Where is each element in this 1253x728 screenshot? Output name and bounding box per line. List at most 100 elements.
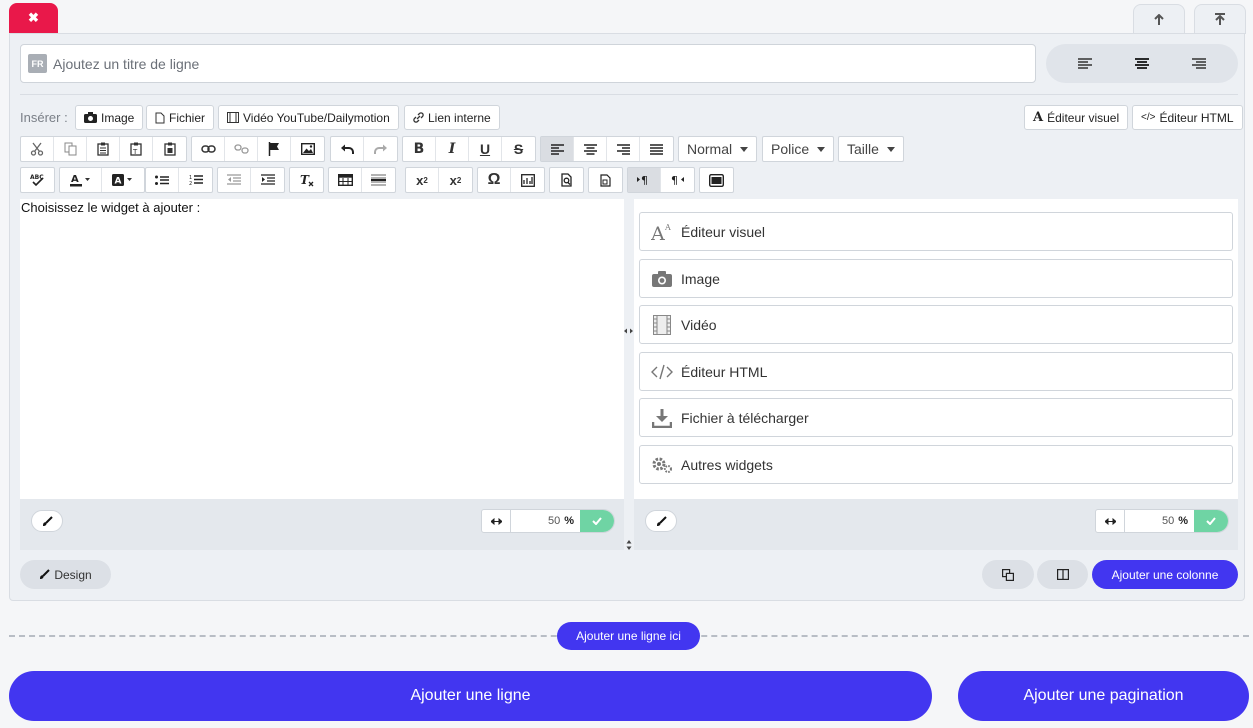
maximize-button[interactable] — [700, 168, 733, 192]
numbered-list-button[interactable]: 12 — [179, 168, 212, 192]
column-1-width-input[interactable]: 50% — [511, 510, 580, 532]
gears-icon — [651, 456, 673, 474]
widget-file-download[interactable]: Fichier à télécharger — [639, 398, 1233, 437]
row-design-button[interactable]: Design — [20, 560, 111, 589]
file-icon — [155, 112, 165, 123]
align-left-button[interactable] — [1065, 58, 1105, 69]
widget-html-editor[interactable]: Éditeur HTML — [639, 352, 1233, 391]
align-right-button[interactable] — [607, 137, 640, 161]
code-icon: </> — [1141, 112, 1156, 123]
column-1-width-apply-button[interactable] — [580, 510, 614, 532]
visual-editor-mode-button[interactable]: A Éditeur visuel — [1024, 105, 1129, 130]
column-2-design-button[interactable] — [645, 510, 677, 532]
column-1-footer: 50% — [20, 499, 624, 550]
duplicate-row-button[interactable] — [982, 560, 1034, 589]
ltr-button[interactable]: ¶ — [628, 168, 661, 192]
superscript-button[interactable]: x2 — [439, 168, 472, 192]
paste-text-button[interactable]: T — [120, 137, 153, 161]
maximize-group — [699, 167, 734, 193]
column-1-width-value: 50 — [547, 515, 561, 527]
widget-video[interactable]: Vidéo — [639, 305, 1233, 344]
font-size-icon: AA — [651, 222, 673, 242]
row-resize-handle[interactable] — [625, 540, 633, 550]
font-a-icon: A — [1033, 110, 1044, 125]
remove-row-button[interactable]: ✖ — [9, 3, 58, 33]
column-2-width-input[interactable]: 50% — [1125, 510, 1194, 532]
chart-icon — [520, 173, 535, 187]
cut-button[interactable] — [21, 137, 54, 161]
html-editor-mode-button[interactable]: </> Éditeur HTML — [1132, 105, 1243, 130]
align-center-button[interactable] — [574, 137, 607, 161]
insert-video-button[interactable]: Vidéo YouTube/Dailymotion — [218, 105, 399, 130]
redo-button[interactable] — [364, 137, 397, 161]
arrow-to-top-icon — [1215, 13, 1225, 25]
insert-special-group: Ω — [477, 167, 545, 193]
move-up-button[interactable] — [1133, 4, 1185, 34]
indent-button[interactable] — [251, 168, 284, 192]
text-direction-rtl-icon: ¶ — [671, 174, 684, 186]
widget-image[interactable]: Image — [639, 259, 1233, 298]
align-right-button[interactable] — [1179, 58, 1219, 69]
subscript-button[interactable]: x2 — [406, 168, 439, 192]
brush-icon — [42, 515, 53, 526]
undo-button[interactable] — [331, 137, 364, 161]
spellcheck-button[interactable]: ABC — [21, 168, 54, 192]
bulleted-list-button[interactable] — [146, 168, 179, 192]
unlink-button[interactable] — [225, 137, 258, 161]
align-justify-button[interactable] — [640, 137, 673, 161]
move-top-button[interactable] — [1194, 4, 1246, 34]
table-button[interactable] — [329, 168, 362, 192]
insert-image-button[interactable]: Image — [75, 105, 144, 130]
widget-visual-editor[interactable]: AA Éditeur visuel — [639, 212, 1233, 251]
widget-other[interactable]: Autres widgets — [639, 445, 1233, 484]
add-column-button[interactable]: Ajouter une colonne — [1092, 560, 1238, 589]
insert-widget-button[interactable] — [511, 168, 544, 192]
column-2-width-apply-button[interactable] — [1194, 510, 1228, 532]
underline-button[interactable]: U — [469, 137, 502, 161]
background-color-button[interactable]: A — [102, 168, 144, 192]
paste-button[interactable] — [87, 137, 120, 161]
outdent-button[interactable] — [218, 168, 251, 192]
add-line-button[interactable]: Ajouter une ligne — [9, 671, 932, 721]
insert-link-button[interactable]: Lien interne — [404, 105, 500, 130]
copy-button[interactable] — [54, 137, 87, 161]
insert-label: Insérer : — [20, 110, 68, 125]
bulleted-list-icon — [155, 175, 169, 185]
strikethrough-button[interactable]: S — [502, 137, 535, 161]
text-editor-area[interactable]: Choisissez le widget à ajouter : — [20, 199, 624, 499]
widget-image-label: Image — [681, 270, 720, 287]
remove-format-button[interactable]: T — [290, 168, 323, 192]
column-resize-handle[interactable] — [624, 327, 633, 335]
rtl-button[interactable]: ¶ — [661, 168, 694, 192]
clipboard-icon — [97, 142, 109, 156]
bold-button[interactable]: B — [403, 137, 436, 161]
widget-html-editor-label: Éditeur HTML — [681, 363, 768, 380]
text-color-button[interactable]: A — [60, 168, 102, 192]
align-center-button[interactable] — [1122, 58, 1162, 69]
widget-video-label: Vidéo — [681, 316, 717, 333]
font-dropdown-value: Police — [771, 141, 810, 157]
paste-word-button[interactable] — [153, 137, 186, 161]
horizontal-rule-button[interactable] — [362, 168, 395, 192]
align-left-button[interactable] — [541, 137, 574, 161]
format-dropdown[interactable]: Normal — [678, 136, 758, 162]
insert-file-button[interactable]: Fichier — [146, 105, 215, 130]
row-title-field[interactable]: FR — [20, 44, 1036, 83]
preview-button[interactable] — [550, 168, 583, 192]
columns-layout-button[interactable] — [1037, 560, 1088, 589]
image-button[interactable] — [291, 137, 324, 161]
clear-format-group: T — [289, 167, 324, 193]
size-dropdown[interactable]: Taille — [838, 136, 904, 162]
add-line-here-button[interactable]: Ajouter une ligne ici — [557, 622, 700, 650]
special-char-button[interactable]: Ω — [478, 168, 511, 192]
add-pagination-button[interactable]: Ajouter une pagination — [958, 671, 1249, 721]
row-title-input[interactable] — [53, 55, 1035, 72]
column-1-design-button[interactable] — [31, 510, 63, 532]
background-color-icon: A — [112, 174, 132, 187]
font-dropdown[interactable]: Police — [762, 136, 835, 162]
link-button[interactable] — [192, 137, 225, 161]
anchor-button[interactable] — [258, 137, 291, 161]
templates-button[interactable] — [589, 168, 622, 192]
italic-button[interactable]: I — [436, 137, 469, 161]
camera-icon — [84, 112, 97, 123]
